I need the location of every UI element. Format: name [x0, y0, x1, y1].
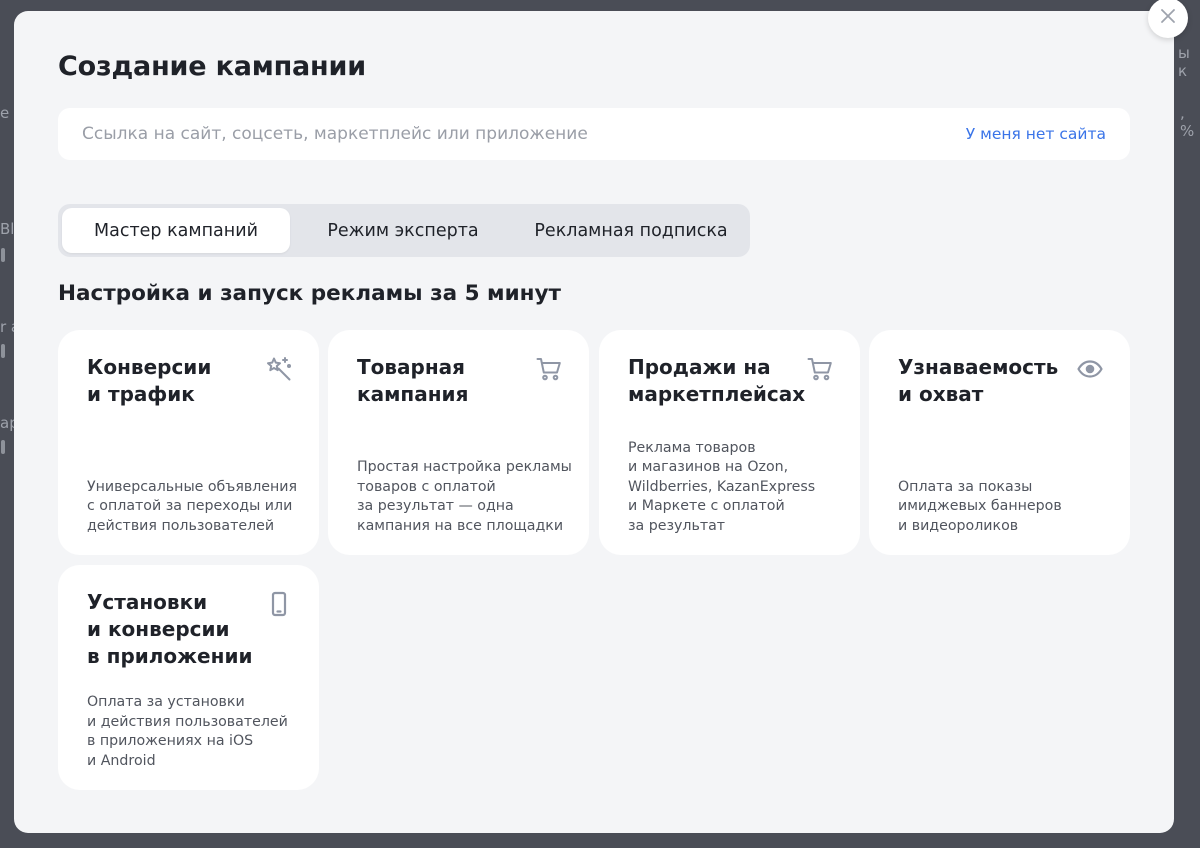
modal-title: Создание кампании	[58, 51, 366, 82]
shopping-cart-icon	[535, 355, 563, 383]
card-description: Оплата за установки и действия пользоват…	[87, 694, 288, 769]
card-description: Оплата за показы имиджевых баннеров и ви…	[898, 478, 1062, 534]
eye-icon	[1076, 355, 1104, 383]
background-text: ы к	[1178, 44, 1190, 80]
card-title: Конверсии и трафик	[87, 355, 212, 406]
close-icon	[1159, 7, 1177, 29]
card-title: Продажи на маркетплейсах	[628, 355, 806, 406]
background-text: Bl	[0, 220, 15, 238]
tab-ad-subscription[interactable]: Рекламная подписка	[516, 208, 746, 253]
url-field-container: У меня нет сайта	[58, 108, 1130, 160]
tab-campaign-master[interactable]: Мастер кампаний	[62, 208, 290, 253]
section-title: Настройка и запуск рекламы за 5 минут	[58, 281, 561, 306]
background-bar	[1, 440, 5, 454]
tab-expert-mode[interactable]: Режим эксперта	[290, 208, 516, 253]
card-description: Реклама товаров и магазинов на Ozon, Wil…	[628, 439, 816, 534]
close-button[interactable]	[1148, 0, 1188, 38]
magic-wand-icon	[265, 355, 293, 383]
card-conversions-traffic[interactable]: Конверсии и трафик Универсальные объявле…	[58, 330, 319, 555]
card-marketplace-sales[interactable]: Продажи на маркетплейсах Реклама товаров…	[599, 330, 860, 555]
card-description: Универсальные объявления с оплатой за пе…	[87, 478, 298, 534]
background-text: е	[0, 104, 10, 122]
card-description: Простая настройка рекламы товаров с опла…	[357, 459, 572, 534]
background-bar	[1, 344, 5, 358]
background-bar	[1, 248, 5, 262]
card-product-campaign[interactable]: Товарная кампания Простая настройка рекл…	[328, 330, 589, 555]
card-title: Узнаваемость и охват	[898, 355, 1059, 406]
background-text: , %	[1180, 104, 1195, 140]
card-app-installs[interactable]: Установки и конверсии в приложении Оплат…	[58, 565, 319, 790]
site-url-input[interactable]	[82, 124, 882, 144]
smartphone-icon	[265, 590, 293, 618]
card-awareness-reach[interactable]: Узнаваемость и охват Оплата за показы им…	[869, 330, 1130, 555]
card-title: Установки и конверсии в приложении	[87, 590, 253, 668]
shopping-cart-icon	[806, 355, 834, 383]
campaign-mode-tabs: Мастер кампаний Режим эксперта Рекламная…	[58, 204, 750, 257]
card-title: Товарная кампания	[357, 355, 469, 406]
create-campaign-modal: Создание кампании У меня нет сайта Масте…	[14, 11, 1174, 833]
no-site-link[interactable]: У меня нет сайта	[966, 125, 1106, 143]
